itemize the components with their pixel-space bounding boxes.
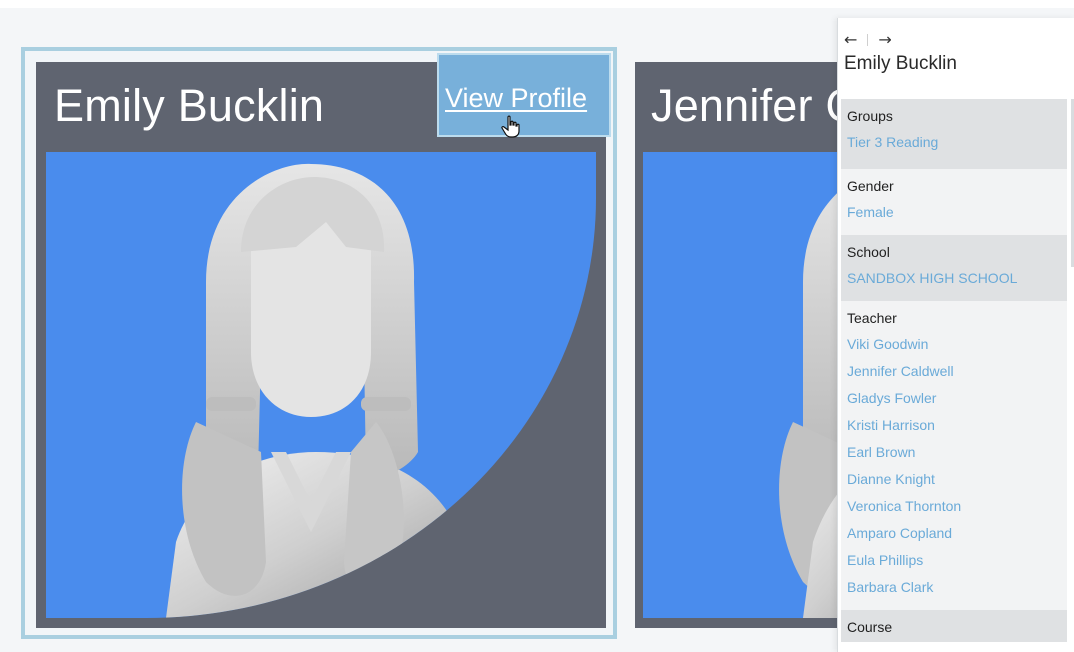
student-photo bbox=[46, 152, 596, 618]
student-card-emily[interactable]: Emily Bucklin bbox=[36, 62, 606, 628]
teacher-link[interactable]: Dianne Knight bbox=[841, 466, 1067, 493]
student-card-name: Jennifer C bbox=[651, 80, 859, 131]
view-profile-label: View Profile bbox=[445, 83, 588, 113]
teacher-link[interactable]: Gladys Fowler bbox=[841, 385, 1067, 412]
teacher-link[interactable]: Viki Goodwin bbox=[841, 331, 1067, 358]
student-detail-panel: ← → Emily Bucklin Groups Tier 3 Reading … bbox=[837, 18, 1074, 652]
arrow-left-icon[interactable]: ← bbox=[844, 32, 857, 48]
arrow-right-icon[interactable]: → bbox=[878, 32, 891, 48]
gender-link[interactable]: Female bbox=[841, 199, 1067, 226]
section-heading: Course bbox=[847, 619, 893, 635]
section-groups: Groups Tier 3 Reading bbox=[841, 99, 1067, 169]
view-profile-button[interactable]: View Profile bbox=[437, 53, 611, 138]
student-card-name: Emily Bucklin bbox=[54, 80, 325, 131]
section-heading: Gender bbox=[847, 178, 894, 194]
section-course: Course bbox=[841, 610, 1067, 642]
group-link[interactable]: Tier 3 Reading bbox=[841, 129, 1067, 156]
teacher-link[interactable]: Kristi Harrison bbox=[841, 412, 1067, 439]
teacher-link[interactable]: Earl Brown bbox=[841, 439, 1067, 466]
section-heading: Groups bbox=[847, 108, 893, 124]
teacher-link[interactable]: Jennifer Caldwell bbox=[841, 358, 1067, 385]
hand-pointer-icon bbox=[501, 115, 520, 138]
school-link[interactable]: SANDBOX HIGH SCHOOL bbox=[841, 265, 1067, 292]
teacher-link[interactable]: Veronica Thornton bbox=[841, 493, 1067, 520]
section-heading: School bbox=[847, 244, 890, 260]
teacher-link[interactable]: Eula Phillips bbox=[841, 547, 1067, 574]
section-teacher: Teacher Viki Goodwin Jennifer Caldwell G… bbox=[841, 301, 1067, 610]
female-avatar-icon bbox=[166, 163, 476, 618]
section-heading: Teacher bbox=[847, 310, 897, 326]
section-school: School SANDBOX HIGH SCHOOL bbox=[841, 235, 1067, 301]
panel-navigation: ← → bbox=[844, 32, 892, 48]
teacher-link[interactable]: Amparo Copland bbox=[841, 520, 1067, 547]
section-gender: Gender Female bbox=[841, 169, 1067, 235]
nav-divider bbox=[867, 34, 869, 46]
panel-details: Groups Tier 3 Reading Gender Female Scho… bbox=[841, 99, 1067, 652]
teacher-link[interactable]: Barbara Clark bbox=[841, 574, 1067, 601]
panel-title: Emily Bucklin bbox=[844, 53, 957, 74]
